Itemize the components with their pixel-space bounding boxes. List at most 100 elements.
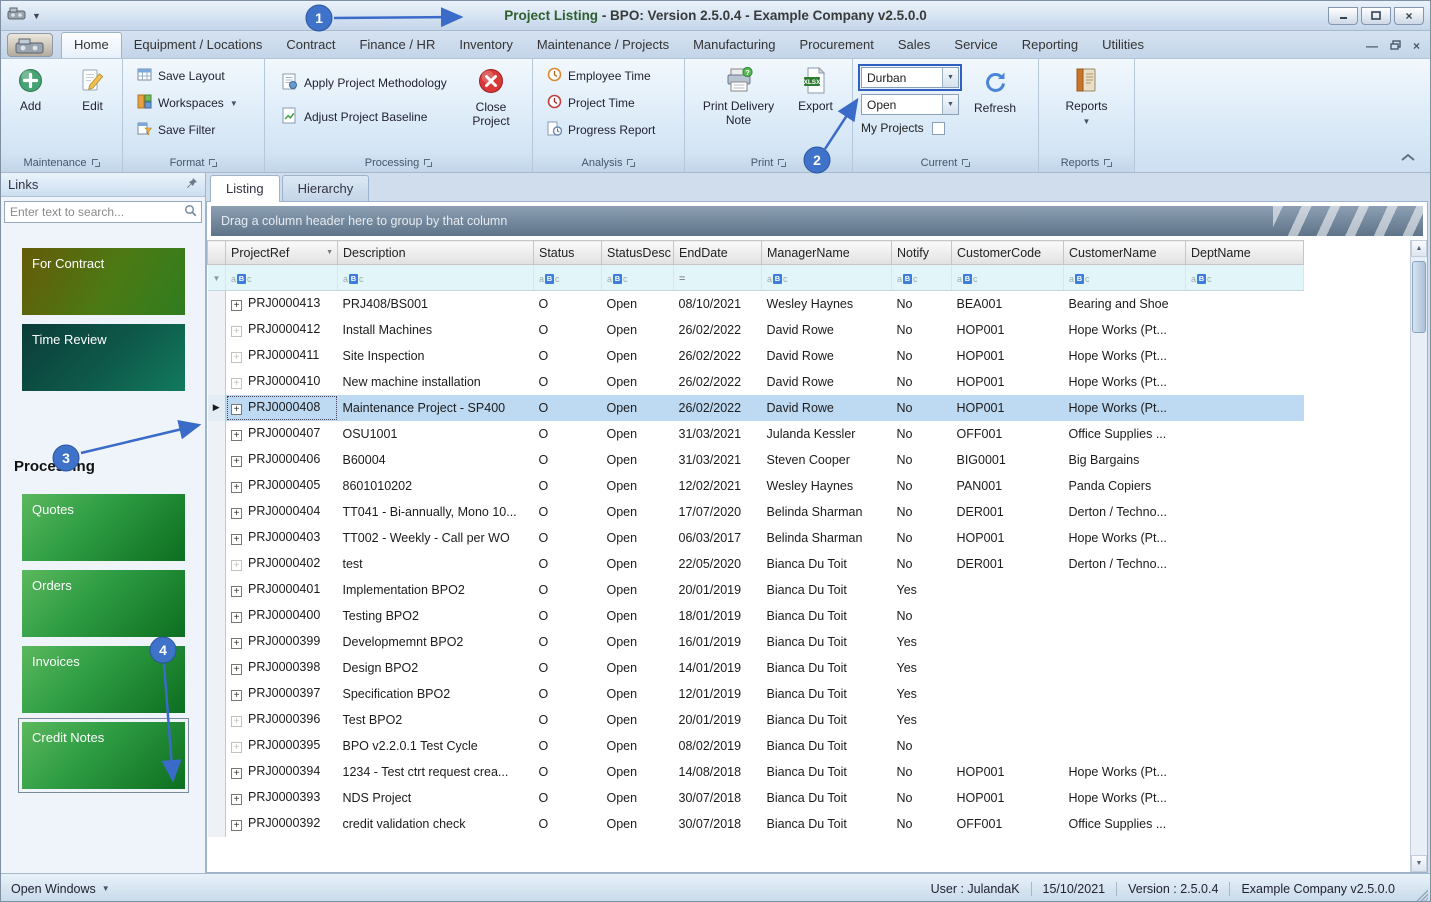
table-row[interactable]: + PRJ0000405 8601010202 O Open 12/02/2021 Wesl… [207, 472, 1304, 499]
expand-icon[interactable]: + [231, 742, 242, 753]
scroll-up-arrow[interactable]: ▲ [1411, 240, 1427, 257]
ribbon-tab-inventory[interactable]: Inventory [447, 32, 524, 58]
sidebar-link-quotes[interactable]: Quotes [22, 494, 185, 561]
column-header-deptname[interactable]: DeptName [1185, 240, 1304, 265]
expand-icon[interactable]: + [231, 534, 242, 545]
ribbon-tab-procurement[interactable]: Procurement [787, 32, 885, 58]
chevron-down-icon[interactable]: ▼ [942, 68, 958, 87]
expand-icon[interactable]: + [231, 690, 242, 701]
ribbon-tab-utilities[interactable]: Utilities [1090, 32, 1156, 58]
sidebar-link-credit-notes[interactable]: Credit Notes [18, 718, 189, 793]
dialog-launcher-icon[interactable] [91, 159, 100, 167]
apply-project-methodology-button[interactable]: Apply Project Methodology [277, 70, 451, 96]
project-time-button[interactable]: Project Time [543, 91, 678, 115]
save-layout-button[interactable]: Save Layout [133, 64, 258, 88]
ribbon-tab-service[interactable]: Service [942, 32, 1009, 58]
expand-icon[interactable]: + [231, 638, 242, 649]
table-row[interactable]: ▶ + PRJ0000408 Maintenance Project - SP400 O… [207, 394, 1304, 421]
table-row[interactable]: + PRJ0000399 Developmemnt BPO2 O Open 16/01/2… [207, 628, 1304, 655]
ribbon-tab-home[interactable]: Home [61, 32, 122, 58]
expand-icon[interactable]: + [231, 326, 242, 337]
table-row[interactable]: + PRJ0000393 NDS Project O Open 30/07/2018 Bia… [207, 784, 1304, 811]
expand-icon[interactable]: + [231, 612, 242, 623]
table-row[interactable]: + PRJ0000410 New machine installation O Open… [207, 368, 1304, 395]
table-row[interactable]: + PRJ0000407 OSU1001 O Open 31/03/2021 Julanda… [207, 420, 1304, 447]
expand-icon[interactable]: + [231, 820, 242, 831]
sidebar-link-invoices[interactable]: Invoices [22, 646, 185, 713]
expand-icon[interactable]: + [231, 430, 242, 441]
filter-cell-managername[interactable]: aBc [761, 264, 892, 291]
table-row[interactable]: + PRJ0000403 TT002 - Weekly - Call per WO O… [207, 524, 1304, 551]
collapse-ribbon-icon[interactable] [1400, 151, 1416, 166]
expand-icon[interactable]: + [231, 456, 242, 467]
expand-icon[interactable]: + [231, 794, 242, 805]
filter-cell-deptname[interactable]: aBc [1185, 264, 1304, 291]
filter-dropdown-icon[interactable]: ▼ [326, 249, 333, 256]
search-input[interactable] [5, 205, 184, 219]
table-row[interactable]: + PRJ0000400 Testing BPO2 O Open 18/01/2019 Bi… [207, 602, 1304, 629]
filter-cell-customercode[interactable]: aBc [951, 264, 1064, 291]
table-row[interactable]: + PRJ0000401 Implementation BPO2 O Open 20/01… [207, 576, 1304, 603]
sidebar-link-for-contract[interactable]: For Contract [22, 248, 185, 315]
scrollbar-track[interactable] [1411, 257, 1427, 855]
table-row[interactable]: + PRJ0000394 1234 - Test ctrt request crea… [207, 758, 1304, 785]
filter-cell-statusdesc[interactable]: aBc [601, 264, 674, 291]
close-project-button[interactable]: Close Project [462, 64, 520, 154]
ribbon-close-icon[interactable]: × [1413, 40, 1420, 52]
minimize-button[interactable] [1328, 6, 1358, 25]
expand-icon[interactable]: + [231, 352, 242, 363]
expand-icon[interactable]: + [231, 586, 242, 597]
reports-button[interactable]: Reports ▼ [1061, 64, 1113, 154]
save-filter-button[interactable]: Save Filter [133, 118, 258, 142]
table-row[interactable]: + PRJ0000404 TT041 - Bi-annually, Mono 10.… [207, 498, 1304, 525]
quick-access-dropdown-icon[interactable]: ▼ [32, 11, 41, 21]
add-button[interactable]: Add [5, 64, 57, 154]
chevron-down-icon[interactable]: ▼ [942, 95, 958, 114]
column-header-managername[interactable]: ManagerName [761, 240, 892, 265]
filter-cell-enddate[interactable]: = [673, 264, 762, 291]
sidebar-link-orders[interactable]: Orders [22, 570, 185, 637]
vertical-scrollbar[interactable]: ▲ ▼ [1410, 240, 1427, 872]
open-windows-button[interactable]: Open Windows ▼ [11, 882, 110, 896]
progress-report-button[interactable]: Progress Report [543, 118, 678, 142]
column-header-projectref[interactable]: ProjectRef ▼ [225, 240, 338, 265]
column-header-enddate[interactable]: EndDate [673, 240, 762, 265]
dialog-launcher-icon[interactable] [1104, 159, 1113, 167]
tab-listing[interactable]: Listing [210, 175, 280, 202]
app-menu-button[interactable] [7, 33, 53, 57]
tab-hierarchy[interactable]: Hierarchy [281, 175, 370, 201]
ribbon-tab-finance-hr[interactable]: Finance / HR [347, 32, 447, 58]
column-header-customercode[interactable]: CustomerCode [951, 240, 1064, 265]
table-row[interactable]: + PRJ0000406 B60004 O Open 31/03/2021 Steven C… [207, 446, 1304, 473]
sidebar-link-time-review[interactable]: Time Review [22, 324, 185, 391]
edit-button[interactable]: Edit [67, 64, 119, 154]
column-header-notify[interactable]: Notify [891, 240, 952, 265]
maximize-button[interactable] [1361, 6, 1391, 25]
search-icon[interactable] [184, 204, 197, 220]
dialog-launcher-icon[interactable] [962, 159, 971, 167]
filter-cell-projectref[interactable]: aBc [225, 264, 338, 291]
ribbon-tab-contract[interactable]: Contract [274, 32, 347, 58]
dialog-launcher-icon[interactable] [778, 159, 787, 167]
expand-icon[interactable]: + [231, 482, 242, 493]
my-projects-checkbox[interactable] [931, 121, 945, 135]
filter-cell-customername[interactable]: aBc [1063, 264, 1186, 291]
column-header-statusdesc[interactable]: StatusDesc [601, 240, 674, 265]
table-row[interactable]: + PRJ0000395 BPO v2.2.0.1 Test Cycle O Open 0… [207, 732, 1304, 759]
expand-icon[interactable]: + [231, 300, 242, 312]
pin-icon[interactable] [186, 177, 198, 192]
ribbon-tab-sales[interactable]: Sales [886, 32, 943, 58]
ribbon-minimize-icon[interactable]: — [1366, 40, 1378, 52]
table-row[interactable]: + PRJ0000411 Site Inspection O Open 26/02/202… [207, 342, 1304, 369]
expand-icon[interactable]: + [231, 664, 242, 675]
close-button[interactable]: × [1394, 6, 1424, 25]
expand-icon[interactable]: + [231, 716, 242, 727]
employee-time-button[interactable]: Employee Time [543, 64, 678, 88]
column-header-customername[interactable]: CustomerName [1063, 240, 1186, 265]
ribbon-tab-equipment-locations[interactable]: Equipment / Locations [122, 32, 275, 58]
expand-icon[interactable]: + [231, 378, 242, 389]
ribbon-tab-manufacturing[interactable]: Manufacturing [681, 32, 787, 58]
ribbon-tab-maintenance-projects[interactable]: Maintenance / Projects [525, 32, 681, 58]
dialog-launcher-icon[interactable] [627, 159, 636, 167]
workspaces-button[interactable]: Workspaces ▼ [133, 91, 258, 115]
